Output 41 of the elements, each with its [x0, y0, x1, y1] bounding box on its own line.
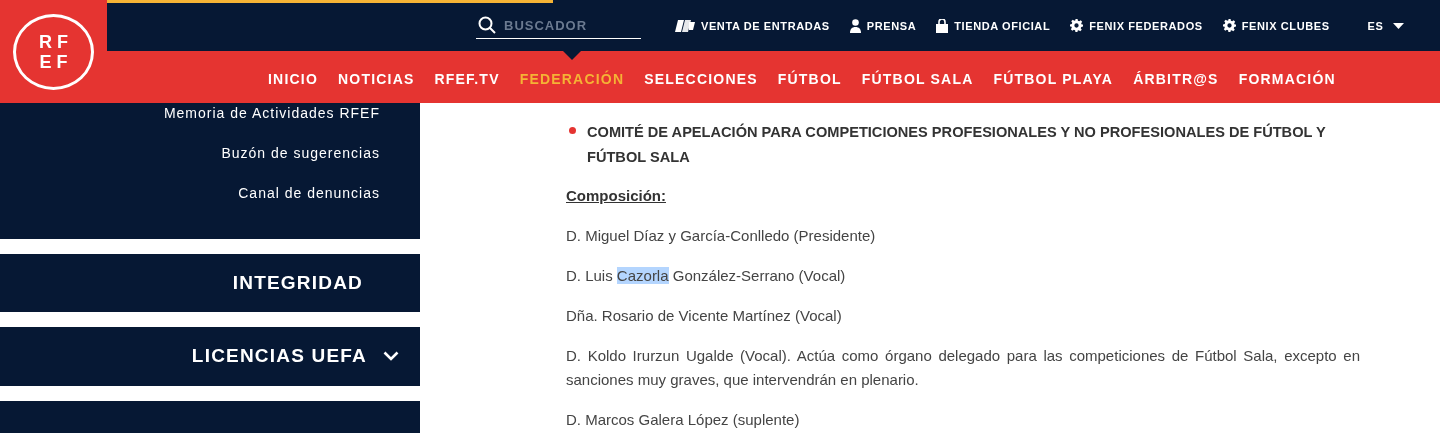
section-title: LICENCIAS UEFA: [191, 345, 367, 368]
top-link[interactable]: PRENSA: [849, 18, 917, 33]
chevron-down-icon: [383, 351, 399, 362]
member-paragraph: D. Koldo Irurzun Ugalde (Vocal). Actúa como órgano delegado para las competiciones de Fútbol Sala, excepto en sanciones muy graves, que intervendrán en plenario.: [566, 346, 1360, 390]
nav-tab[interactable]: SELECCIONES: [644, 51, 758, 103]
member-paragraph: D. Marcos Galera López (suplente): [566, 410, 801, 430]
nav-tab[interactable]: FORMACIÓN: [1238, 51, 1336, 103]
language-selector[interactable]: ES: [1367, 19, 1405, 32]
sidebar-link[interactable]: Buzón de sugerencias: [221, 143, 380, 163]
sidebar-section[interactable]: [0, 400, 420, 433]
nav-tab[interactable]: FÚTBOL: [777, 51, 842, 103]
nav-tab[interactable]: RFEF.TV: [434, 51, 500, 103]
nav-tab[interactable]: FÚTBOL SALA: [861, 51, 974, 103]
sidebar-link[interactable]: Canal de denuncias: [238, 183, 380, 203]
nav-tab[interactable]: INICIO: [268, 51, 318, 103]
gear-icon: [1222, 19, 1236, 32]
top-link[interactable]: FENIX CLUBES: [1222, 18, 1330, 33]
logo-text: RF: [39, 31, 73, 52]
gear-icon: [1070, 19, 1084, 32]
nav-tab[interactable]: NOTICIAS: [338, 51, 415, 103]
top-link[interactable]: TIENDA OFICIAL: [936, 18, 1051, 33]
nav-tab[interactable]: ÁRBITR@S: [1133, 51, 1219, 103]
sidebar-section[interactable]: INTEGRIDAD: [0, 254, 420, 313]
logo-text: EF: [39, 51, 73, 72]
top-link[interactable]: VENTA DE ENTRADAS: [675, 18, 830, 33]
member-paragraph: D. Miguel Díaz y García-Conlledo (Presidente): [566, 226, 877, 246]
bag-icon: [936, 18, 949, 33]
sidebar-section[interactable]: LICENCIAS UEFA: [0, 327, 420, 386]
search-field[interactable]: BUSCADOR: [476, 12, 641, 39]
person-icon: [849, 18, 861, 33]
subheading: Composición:: [566, 186, 667, 206]
member-paragraph: D. Luis Cazorla González-Serrano (Vocal): [566, 266, 847, 286]
search-icon: [478, 15, 496, 34]
bullet-icon: [569, 127, 576, 134]
member-paragraph: Dña. Rosario de Vicente Martínez (Vocal): [566, 306, 843, 326]
top-link[interactable]: FENIX FEDERADOS: [1070, 18, 1203, 33]
nav-tab[interactable]: FÚTBOL PLAYA: [993, 51, 1114, 103]
sidebar-link[interactable]: Memoria de Actividades RFEF: [163, 103, 380, 123]
caret-icon: [1393, 22, 1405, 29]
ticket-icon: [675, 18, 695, 33]
section-heading: COMITÉ DE APELACIÓN PARA COMPETICIONES PROFESIONALES Y NO PROFESIONALES DE FÚTBOL Y FÚTBOL SALA: [587, 122, 1327, 167]
